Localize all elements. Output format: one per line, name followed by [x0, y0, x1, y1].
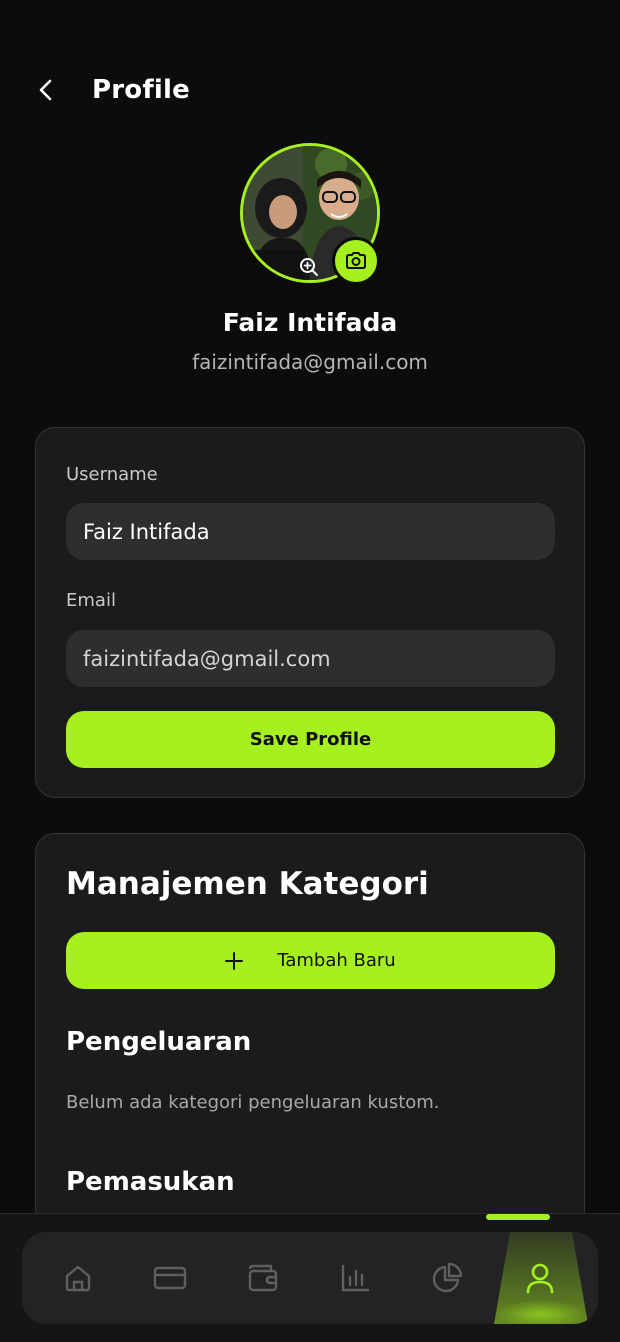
change-photo-button[interactable]: [332, 237, 380, 285]
add-category-button[interactable]: Tambah Baru: [66, 932, 555, 989]
active-indicator: [486, 1214, 550, 1220]
wallet-icon: [248, 1264, 278, 1292]
zoom-button[interactable]: [295, 253, 323, 281]
pie-chart-icon: [432, 1262, 463, 1293]
income-section-title: Pemasukan: [66, 1167, 235, 1197]
camera-icon: [346, 252, 366, 269]
nav-cards[interactable]: [124, 1232, 216, 1324]
username-label: Username: [66, 464, 158, 485]
email-label: Email: [66, 590, 116, 611]
nav-home[interactable]: [32, 1232, 124, 1324]
nav-reports[interactable]: [401, 1232, 493, 1324]
header: Profile: [36, 68, 190, 112]
avatar-container: [240, 143, 380, 285]
nav-profile[interactable]: [494, 1232, 586, 1324]
card-icon: [153, 1266, 187, 1290]
profile-email: faizintifada@gmail.com: [192, 350, 428, 374]
nav-pill: [22, 1232, 598, 1324]
category-card: Manajemen Kategori Tambah Baru Pengeluar…: [35, 833, 585, 1253]
home-icon: [65, 1265, 91, 1292]
email-input[interactable]: faizintifada@gmail.com: [66, 630, 555, 687]
page-title: Profile: [92, 75, 190, 105]
save-profile-button[interactable]: Save Profile: [66, 711, 555, 768]
save-profile-label: Save Profile: [249, 729, 372, 750]
chevron-left-icon: [39, 79, 52, 101]
zoom-in-icon: [300, 258, 318, 276]
add-category-label: Tambah Baru: [277, 950, 396, 971]
category-title: Manajemen Kategori: [66, 866, 429, 902]
user-icon: [526, 1263, 554, 1294]
chart-icon: [341, 1264, 370, 1292]
back-button[interactable]: [36, 68, 70, 112]
plus-icon: [225, 951, 244, 970]
profile-form-card: Username Faiz Intifada Email faizintifad…: [35, 427, 585, 798]
nav-wallet[interactable]: [217, 1232, 309, 1324]
bottom-navigation: [0, 1213, 620, 1342]
expense-empty-text: Belum ada kategori pengeluaran kustom.: [66, 1092, 440, 1113]
nav-statistics[interactable]: [309, 1232, 401, 1324]
profile-name: Faiz Intifada: [222, 308, 398, 337]
expense-section-title: Pengeluaran: [66, 1027, 252, 1057]
username-input[interactable]: Faiz Intifada: [66, 503, 555, 560]
